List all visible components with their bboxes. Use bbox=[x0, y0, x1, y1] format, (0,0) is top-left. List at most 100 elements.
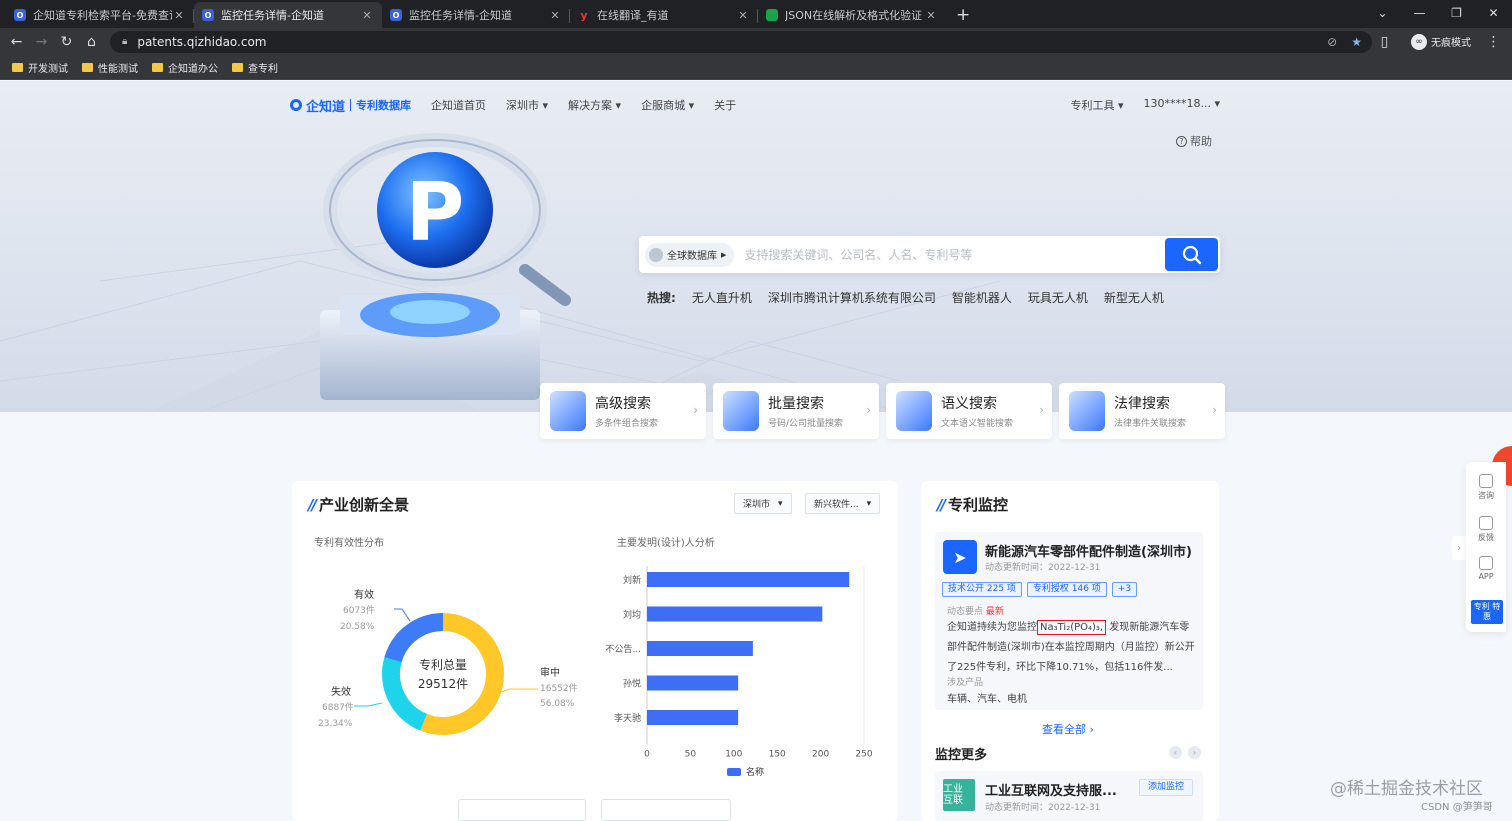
panel-title: //产业创新全景 bbox=[308, 495, 409, 515]
bookmark-item[interactable]: 性能测试 bbox=[82, 60, 138, 75]
segment-pct: 23.34% bbox=[318, 719, 353, 729]
donut-segment[interactable] bbox=[420, 613, 504, 735]
back-icon[interactable]: ← bbox=[4, 34, 29, 50]
close-tab-icon[interactable]: ✕ bbox=[924, 9, 938, 22]
dropdown-value: 深圳市 bbox=[743, 500, 771, 510]
key-points-label: 动态要点 bbox=[947, 607, 984, 617]
collapse-arrow-icon[interactable]: › bbox=[1452, 536, 1466, 560]
patent-sale-badge[interactable]: 专利 特惠 bbox=[1471, 600, 1503, 624]
semantic-search-card[interactable]: 语义搜索 文本语义智能搜索 › bbox=[886, 383, 1052, 439]
browser-tab[interactable]: O 监控任务详情-企知道 ✕ bbox=[382, 2, 570, 28]
close-tab-icon[interactable]: ✕ bbox=[172, 9, 186, 22]
bar[interactable] bbox=[647, 675, 739, 691]
segment-count: 6073件 bbox=[343, 604, 375, 616]
menu-icon[interactable]: ⋮ bbox=[1481, 34, 1506, 50]
patent-tools-dropdown[interactable]: 专利工具 ▾ bbox=[1070, 97, 1123, 113]
card-title: 语义搜索 bbox=[941, 396, 997, 412]
search-button[interactable] bbox=[1165, 238, 1218, 271]
dropdown-value: 新兴软件... bbox=[814, 500, 859, 510]
search-input[interactable] bbox=[744, 247, 1165, 262]
hot-search-item[interactable]: 深圳市腾讯计算机系统有限公司 bbox=[768, 289, 936, 306]
bookmark-star-icon[interactable]: ★ bbox=[1351, 35, 1362, 49]
consult-button[interactable]: 咨询 bbox=[1466, 474, 1506, 501]
hot-search-item[interactable]: 新型无人机 bbox=[1104, 289, 1164, 306]
bar[interactable] bbox=[647, 572, 850, 587]
add-monitor-button[interactable]: 添加监控 bbox=[1139, 779, 1194, 796]
more-monitor-card[interactable]: 工业 互联 工业互联网及支持服... 动态更新时间：2022-12-31 添加监… bbox=[935, 771, 1203, 821]
help-icon: ? bbox=[1176, 135, 1187, 147]
tag-patent-grant[interactable]: 专利授权 146 项 bbox=[1026, 582, 1107, 597]
reload-icon[interactable]: ↻ bbox=[54, 34, 79, 50]
hot-search-item[interactable]: 智能机器人 bbox=[952, 289, 1012, 306]
nav-home[interactable]: 企知道首页 bbox=[431, 97, 486, 113]
monitor-card[interactable]: ➤ 新能源汽车零部件配件制造(深圳市) 动态更新时间：2022-12-31 技术… bbox=[935, 532, 1203, 710]
next-page-icon[interactable]: › bbox=[1188, 746, 1201, 759]
advanced-search-card[interactable]: 高级搜索 多条件组合搜索 › bbox=[540, 383, 706, 439]
browser-tab[interactable]: O 监控任务详情-企知道 ✕ bbox=[194, 2, 382, 28]
url-field[interactable]: 🔒︎ patents.qizhidao.com ⊘ ★ bbox=[110, 30, 1372, 53]
view-all-link[interactable]: 查看全部 › bbox=[1042, 721, 1094, 737]
feedback-button[interactable]: 反馈 bbox=[1466, 516, 1506, 543]
close-tab-icon[interactable]: ✕ bbox=[736, 9, 750, 22]
browser-tab[interactable]: JSON在线解析及格式化验证 - JS✕ bbox=[758, 2, 946, 28]
monitor-summary: 企知道持续为您监控 Na₃Ti₂(PO₄)₃, 发现新能源汽车零部件配件制造(深圳… bbox=[947, 618, 1197, 678]
forward-icon[interactable]: → bbox=[29, 34, 54, 50]
new-tab-icon[interactable]: + bbox=[956, 2, 970, 28]
donut-center-value: 29512件 bbox=[418, 677, 468, 691]
advanced-search-icon bbox=[550, 391, 586, 431]
monitor-card-title[interactable]: 新能源汽车零部件配件制造(深圳市) bbox=[985, 541, 1192, 560]
user-account-dropdown[interactable]: 130****18... ▾ bbox=[1143, 97, 1220, 113]
hot-search-item[interactable]: 玩具无人机 bbox=[1028, 289, 1088, 306]
browser-tab[interactable]: y 在线翻译_有道 ✕ bbox=[570, 2, 758, 28]
tab-search-icon[interactable]: ⌄ bbox=[1364, 0, 1401, 26]
eye-off-icon[interactable]: ⊘ bbox=[1327, 35, 1337, 49]
address-bar-row: ← → ↻ ⌂ 🔒︎ patents.qizhidao.com ⊘ ★ ▯ ∞ 无痕… bbox=[0, 28, 1512, 55]
industry-filter-dropdown[interactable]: 新兴软件... ▾ bbox=[805, 493, 881, 514]
rocket-icon: ➤ bbox=[943, 540, 977, 574]
close-window-icon[interactable]: ✕ bbox=[1475, 0, 1512, 26]
nav-solutions-dropdown[interactable]: 解决方案 ▾ bbox=[568, 97, 621, 113]
caret-down-icon: ▾ bbox=[866, 498, 872, 509]
bookmark-item[interactable]: 查专利 bbox=[232, 60, 278, 75]
bookmark-label: 企知道办公 bbox=[168, 63, 218, 75]
category-label: 孙悦 bbox=[623, 678, 641, 690]
nav-city-dropdown[interactable]: 深圳市 ▾ bbox=[506, 97, 548, 113]
city-filter-dropdown[interactable]: 深圳市 ▾ bbox=[734, 493, 792, 514]
bookmark-item[interactable]: 企知道办公 bbox=[152, 60, 218, 75]
site-logo[interactable]: 企知道 专利数据库 bbox=[290, 96, 411, 115]
legal-search-card[interactable]: 法律搜索 法律事件关联搜索 › bbox=[1059, 383, 1225, 439]
home-icon[interactable]: ⌂ bbox=[79, 34, 104, 50]
bar[interactable] bbox=[647, 606, 823, 622]
bar[interactable] bbox=[647, 710, 739, 725]
minimize-icon[interactable]: — bbox=[1401, 0, 1438, 26]
browser-tab[interactable]: O 企知道专利检索平台-免费查询专✕ bbox=[6, 2, 194, 28]
highlighted-keyword: Na₃Ti₂(PO₄)₃, bbox=[1037, 620, 1107, 635]
bookmark-label: 性能测试 bbox=[98, 63, 138, 75]
card-subtitle: 多条件组合搜索 bbox=[595, 419, 659, 429]
hot-search-item[interactable]: 无人直升机 bbox=[692, 289, 752, 306]
bookmark-item[interactable]: 开发测试 bbox=[12, 60, 68, 75]
help-link[interactable]: ? 帮助 bbox=[1176, 133, 1212, 149]
close-tab-icon[interactable]: ✕ bbox=[548, 9, 562, 22]
x-tick-label: 250 bbox=[855, 750, 872, 760]
tag-more[interactable]: +3 bbox=[1111, 582, 1138, 597]
bar[interactable] bbox=[647, 641, 753, 656]
card-title: 高级搜索 bbox=[595, 396, 651, 412]
incognito-indicator[interactable]: ∞ 无痕模式 bbox=[1411, 33, 1471, 50]
prev-page-icon[interactable]: ‹ bbox=[1169, 746, 1182, 759]
close-tab-icon[interactable]: ✕ bbox=[360, 9, 374, 22]
patent-monitor-panel: //专利监控 ➤ 新能源汽车零部件配件制造(深圳市) 动态更新时间：2022-1… bbox=[921, 481, 1219, 821]
caret-down-icon: ▾ bbox=[778, 498, 783, 509]
donut-segment[interactable] bbox=[384, 613, 444, 663]
nav-mall-dropdown[interactable]: 企服商城 ▾ bbox=[641, 97, 694, 113]
segment-pct: 56.08% bbox=[540, 699, 575, 709]
more-card-title[interactable]: 工业互联网及支持服... bbox=[985, 780, 1117, 799]
batch-search-card[interactable]: 批量搜索 号码/公司批量搜索 › bbox=[713, 383, 879, 439]
nav-about[interactable]: 关于 bbox=[714, 97, 736, 113]
sidepanel-icon[interactable]: ▯ bbox=[1372, 34, 1397, 50]
database-selector[interactable]: 全球数据库 ▶ bbox=[645, 242, 735, 267]
tag-tech-public[interactable]: 技术公开 225 项 bbox=[942, 582, 1022, 597]
restore-icon[interactable]: ❐ bbox=[1438, 0, 1475, 26]
app-button[interactable]: APP bbox=[1466, 556, 1506, 581]
card-title: 批量搜索 bbox=[768, 396, 824, 412]
